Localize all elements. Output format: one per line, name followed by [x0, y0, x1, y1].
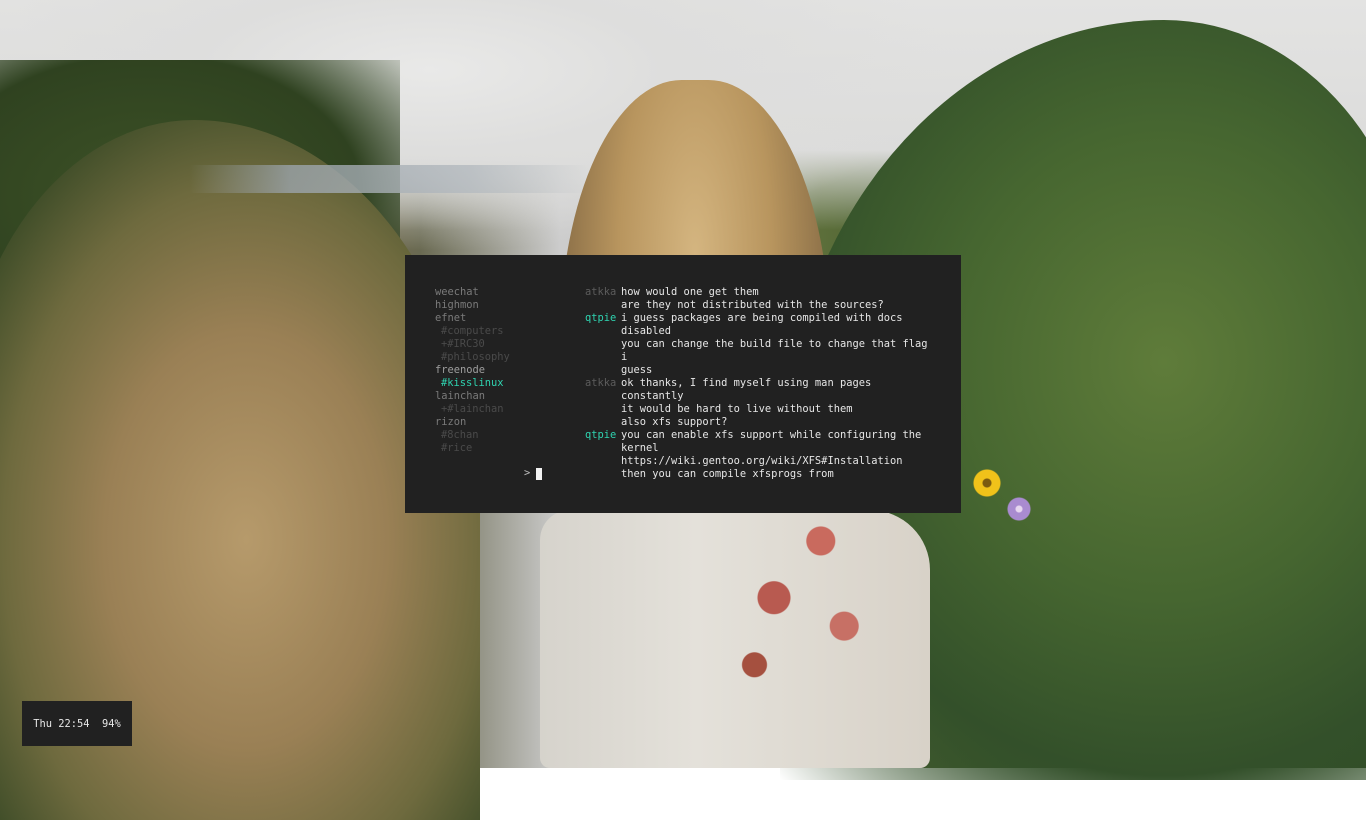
buffer-channel[interactable]: +#IRC30 [435, 338, 575, 351]
chat-message: are they not distributed with the source… [585, 299, 945, 312]
message-nick [585, 338, 621, 377]
buffer-server[interactable]: efnet [435, 312, 575, 325]
text-cursor [536, 467, 543, 480]
buffer-server[interactable]: lainchan [435, 390, 575, 403]
buffer-list: weechat highmon efnet #computers +#IRC30 #phi… [435, 286, 575, 455]
message-nick [585, 416, 621, 429]
buffer-channel[interactable]: #philosophy [435, 351, 575, 364]
buffer-channel[interactable]: #rice [435, 442, 575, 455]
message-text: you can change the build file to change … [621, 338, 928, 376]
buffer-server[interactable]: weechat [435, 286, 575, 299]
wallpaper-figure-body [540, 510, 930, 768]
chat-log: atkka how would one get them are they not … [585, 286, 945, 481]
buffer-channel[interactable]: #8chan [435, 429, 575, 442]
chat-message: atkka ok thanks, I find myself using man … [585, 377, 945, 403]
status-text: Thu 22:54 94% [33, 717, 121, 730]
message-nick [585, 468, 621, 481]
chat-message: you can change the build file to change … [585, 338, 945, 377]
chat-message: also xfs support? [585, 416, 945, 429]
message-text: it would be hard to live without them [621, 403, 853, 415]
buffer-server[interactable]: highmon [435, 299, 575, 312]
message-text: i guess packages are being compiled with… [621, 312, 903, 337]
chat-message: qtpie i guess packages are being compiled… [585, 312, 945, 338]
yellow-flower [972, 468, 1002, 498]
message-nick [585, 403, 621, 416]
chat-message: then you can compile xfsprogs from [585, 468, 945, 481]
input-line[interactable]: > [524, 467, 543, 480]
irc-terminal-window[interactable]: weechat highmon efnet #computers +#IRC30 #phi… [405, 255, 961, 513]
buffer-channel[interactable]: #kisslinux [435, 377, 575, 390]
status-bar: Thu 22:54 94% [22, 701, 132, 746]
chat-message: qtpie you can enable xfs support while co… [585, 429, 945, 455]
buffer-channel[interactable]: +#lainchan [435, 403, 575, 416]
message-text: then you can compile xfsprogs from [621, 468, 834, 480]
message-nick: qtpie [585, 312, 617, 324]
prompt-symbol: > [524, 467, 531, 479]
chat-message: https://wiki.gentoo.org/wiki/XFS#Install… [585, 455, 945, 468]
message-nick: atkka [585, 286, 617, 298]
chat-message: it would be hard to live without them [585, 403, 945, 416]
message-nick [585, 455, 621, 468]
message-text: are they not distributed with the source… [621, 299, 884, 311]
message-text: you can enable xfs support while configu… [621, 429, 922, 454]
buffer-channel[interactable]: #computers [435, 325, 575, 338]
message-nick: atkka [585, 377, 617, 389]
purple-flower [1006, 496, 1032, 522]
chat-message: atkka how would one get them [585, 286, 945, 299]
buffer-server[interactable]: rizon [435, 416, 575, 429]
message-text: how would one get them [621, 286, 759, 298]
message-nick: qtpie [585, 429, 617, 441]
message-nick [585, 299, 621, 312]
wallpaper-flowers [970, 466, 1040, 526]
message-text: also xfs support? [621, 416, 728, 428]
wallpaper-water [190, 165, 590, 193]
message-text: ok thanks, I find myself using man pages… [621, 377, 878, 402]
buffer-server[interactable]: freenode [435, 364, 575, 377]
message-text: https://wiki.gentoo.org/wiki/XFS#Install… [621, 455, 903, 467]
